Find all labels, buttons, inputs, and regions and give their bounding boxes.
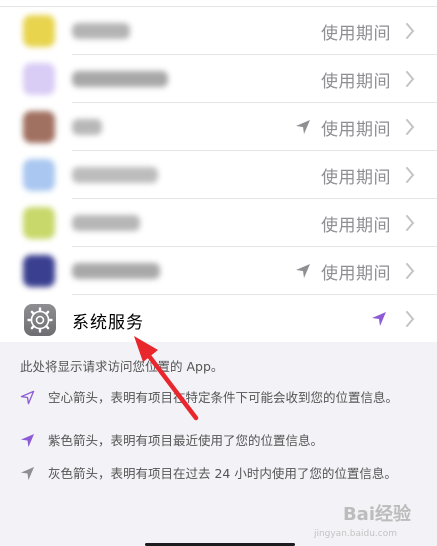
- app-name-blurred: [72, 215, 140, 231]
- hollow-arrow-icon: [20, 390, 35, 405]
- app-icon: [23, 63, 55, 95]
- location-arrow-purple-icon: [372, 312, 386, 326]
- watermark: Bai经验: [342, 504, 411, 525]
- app-icon: [23, 207, 55, 239]
- app-icon: [23, 159, 55, 191]
- location-permission-value: 使用期间: [321, 263, 391, 284]
- settings-app-icon: [24, 304, 56, 336]
- legend-text: 紫色箭头，表明有项目最近使用了您的位置信息。: [48, 433, 324, 448]
- app-row[interactable]: 使用期间: [0, 247, 437, 295]
- list-top-edge: [0, 0, 437, 7]
- gear-icon: [27, 307, 53, 333]
- app-icon: [23, 111, 55, 143]
- chevron-right-icon: [406, 119, 415, 135]
- chevron-right-icon: [406, 167, 415, 183]
- watermark-url: jingyan.baidu.com: [313, 529, 397, 539]
- chevron-right-icon: [406, 23, 415, 39]
- app-row[interactable]: 使用期间: [0, 151, 437, 199]
- app-row[interactable]: 使用期间: [0, 199, 437, 247]
- footer-intro-text: 此处将显示请求访问您位置的 App。: [20, 359, 224, 374]
- chevron-right-icon: [406, 311, 415, 327]
- legend-text: 空心箭头，表明有项目在特定条件下可能会收到您的位置信息。: [48, 390, 399, 405]
- app-location-list: 使用期间 使用期间 使用期间 使用期间 使用期间 使用期间 系统服务: [0, 0, 437, 345]
- location-permission-value: 使用期间: [321, 71, 391, 92]
- app-row[interactable]: 使用期间: [0, 7, 437, 55]
- chevron-right-icon: [406, 71, 415, 87]
- app-name-blurred: [72, 71, 168, 87]
- app-row[interactable]: 使用期间: [0, 103, 437, 151]
- chevron-right-icon: [406, 215, 415, 231]
- app-row[interactable]: 使用期间: [0, 55, 437, 103]
- purple-arrow-icon: [20, 433, 35, 448]
- app-icon: [23, 15, 55, 47]
- location-permission-value: 使用期间: [321, 167, 391, 188]
- gray-arrow-icon: [20, 466, 35, 481]
- location-permission-value: 使用期间: [321, 119, 391, 140]
- system-services-row[interactable]: 系统服务: [0, 295, 437, 345]
- app-icon: [23, 255, 55, 287]
- location-permission-value: 使用期间: [321, 23, 391, 44]
- app-name-blurred: [72, 119, 102, 135]
- location-arrow-gray-icon: [296, 264, 310, 278]
- app-name-blurred: [72, 23, 130, 39]
- app-name-blurred: [72, 167, 158, 183]
- app-name-blurred: [72, 263, 160, 279]
- location-permission-value: 使用期间: [321, 215, 391, 236]
- system-services-label: 系统服务: [72, 313, 144, 333]
- chevron-right-icon: [406, 263, 415, 279]
- legend-text: 灰色箭头，表明有项目在过去 24 小时内使用了您的位置信息。: [48, 466, 397, 481]
- location-arrow-gray-icon: [296, 120, 310, 134]
